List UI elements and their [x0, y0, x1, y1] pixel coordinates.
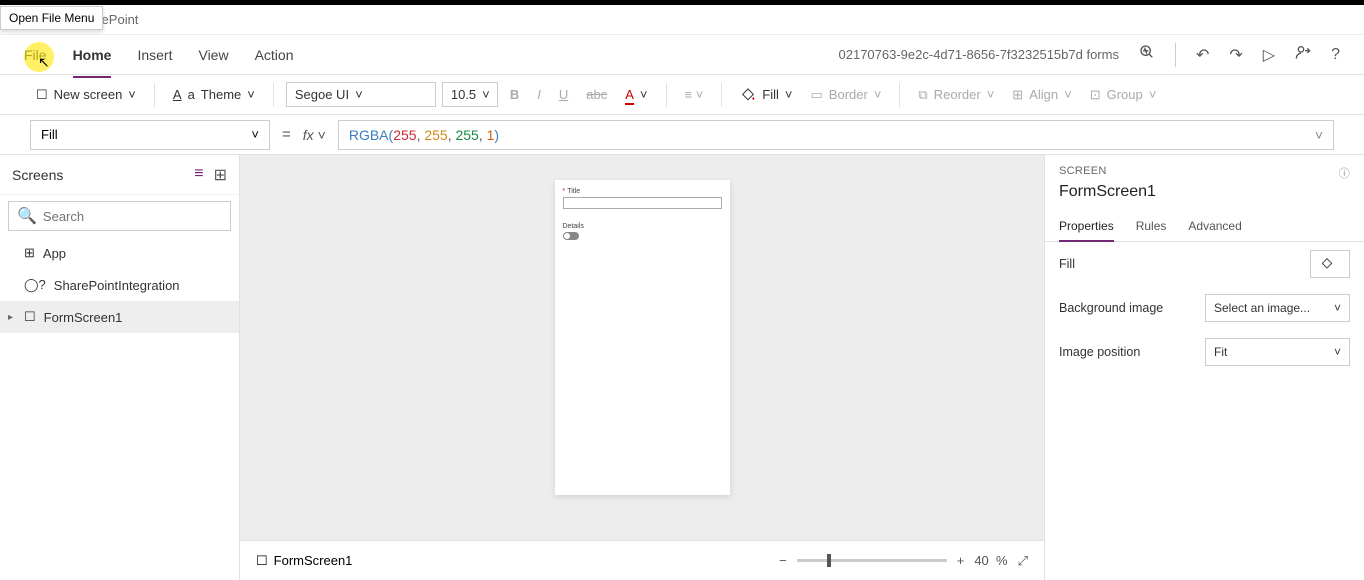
font-size-select[interactable]: 10.5˅ — [442, 82, 498, 107]
font-color-button[interactable]: A ˅ — [619, 83, 653, 106]
tree-item-app[interactable]: ⊞ App — [0, 237, 239, 269]
grid-view-icon[interactable]: ⊞ — [214, 165, 227, 185]
zoom-in-button[interactable]: + — [957, 553, 965, 568]
image-position-select[interactable]: Fit˅ — [1205, 338, 1350, 366]
text-align-button[interactable]: ≡ ˅ — [679, 83, 710, 106]
play-icon[interactable]: ▷ — [1263, 45, 1275, 65]
menu-file[interactable]: File — [24, 43, 47, 67]
undo-icon[interactable]: ↶ — [1196, 45, 1209, 65]
search-icon: 🔍 — [17, 206, 37, 226]
tree-panel: Screens ≡ ⊞ 🔍 ⊞ App ◯? SharePointIntegra… — [0, 155, 240, 580]
bg-image-select[interactable]: Select an image...˅ — [1205, 294, 1350, 322]
reorder-button[interactable]: ⧉ Reorder ˅ — [912, 83, 1000, 107]
screen-icon: ☐ — [256, 553, 268, 569]
question-circle-icon: ◯? — [24, 277, 46, 293]
panel-help-icon[interactable]: ⓘ — [1339, 165, 1350, 181]
prop-bg-image-label: Background image — [1059, 301, 1163, 315]
prop-image-position-label: Image position — [1059, 345, 1140, 359]
help-icon[interactable]: ? — [1331, 46, 1340, 64]
tab-advanced[interactable]: Advanced — [1188, 211, 1241, 241]
formula-bar: Fill˅ = fx ˅ RGBA(255, 255, 255, 1) ˅ — [0, 115, 1364, 155]
menu-insert[interactable]: Insert — [137, 43, 172, 67]
bold-button[interactable]: B — [504, 83, 525, 106]
properties-category: SCREEN — [1059, 165, 1107, 181]
zoom-slider[interactable] — [797, 559, 947, 562]
app-icon: ⊞ — [24, 245, 35, 261]
fill-color-picker[interactable] — [1310, 250, 1350, 278]
tree-item-formscreen1[interactable]: ▸ ☐ FormScreen1 — [0, 301, 239, 333]
document-title: 02170763-9e2c-4d71-8656-7f3232515b7d for… — [839, 47, 1119, 62]
fullscreen-icon[interactable]: ⤢ — [1018, 553, 1028, 569]
list-view-icon[interactable]: ≡ — [194, 165, 203, 185]
search-input[interactable]: 🔍 — [8, 201, 231, 231]
prop-fill-label: Fill — [1059, 257, 1075, 271]
main-menubar: File Home Insert View Action 02170763-9e… — [0, 35, 1364, 75]
ribbon-toolbar: ☐ New screen ˅ Aa Theme ˅ Segoe UI˅ 10.5… — [0, 75, 1364, 115]
property-select[interactable]: Fill˅ — [30, 120, 270, 150]
fill-button[interactable]: Fill ˅ — [734, 83, 798, 107]
breadcrumb: ← ⋮⋮⋮ arePoint — [0, 5, 1364, 35]
zoom-out-button[interactable]: − — [779, 553, 787, 568]
tree-panel-title: Screens — [12, 167, 63, 183]
menu-view[interactable]: View — [198, 43, 228, 67]
tab-properties[interactable]: Properties — [1059, 211, 1114, 241]
border-button[interactable]: ▭ Border ˅ — [805, 83, 888, 107]
menu-home[interactable]: Home — [73, 43, 112, 67]
equals-sign: = — [282, 126, 291, 143]
canvas[interactable]: *Title Details — [240, 155, 1044, 580]
properties-object-name: FormScreen1 — [1045, 183, 1364, 211]
underline-button[interactable]: U — [553, 83, 574, 106]
title-field-preview — [563, 197, 722, 209]
menu-action[interactable]: Action — [255, 43, 294, 67]
status-crumb[interactable]: FormScreen1 — [274, 553, 353, 568]
details-toggle-preview — [563, 232, 579, 240]
strike-button[interactable]: abc — [580, 83, 613, 106]
theme-button[interactable]: Aa Theme ˅ — [167, 83, 261, 106]
font-select[interactable]: Segoe UI˅ — [286, 82, 436, 107]
group-button[interactable]: ⊡ Group ˅ — [1084, 83, 1163, 107]
status-bar: ☐ FormScreen1 − + 40 % ⤢ — [240, 540, 1044, 580]
screen-icon: ☐ — [24, 309, 36, 325]
align-button[interactable]: ⊞ Align ˅ — [1006, 83, 1077, 107]
form-preview[interactable]: *Title Details — [555, 180, 730, 495]
share-icon[interactable] — [1295, 44, 1311, 65]
tab-rules[interactable]: Rules — [1136, 211, 1167, 241]
heartbeat-icon[interactable] — [1139, 44, 1155, 65]
fx-icon[interactable]: fx ˅ — [303, 127, 326, 143]
italic-button[interactable]: I — [531, 83, 547, 106]
redo-icon[interactable]: ↷ — [1229, 45, 1242, 65]
formula-input[interactable]: RGBA(255, 255, 255, 1) ˅ — [338, 120, 1334, 150]
file-menu-tooltip: Open File Menu — [0, 6, 103, 30]
properties-panel: SCREEN ⓘ FormScreen1 Properties Rules Ad… — [1044, 155, 1364, 580]
zoom-value: 40 % — [974, 553, 1007, 568]
tree-item-sharepoint-integration[interactable]: ◯? SharePointIntegration — [0, 269, 239, 301]
chevron-right-icon[interactable]: ▸ — [8, 312, 13, 323]
new-screen-button[interactable]: ☐ New screen ˅ — [30, 83, 142, 107]
